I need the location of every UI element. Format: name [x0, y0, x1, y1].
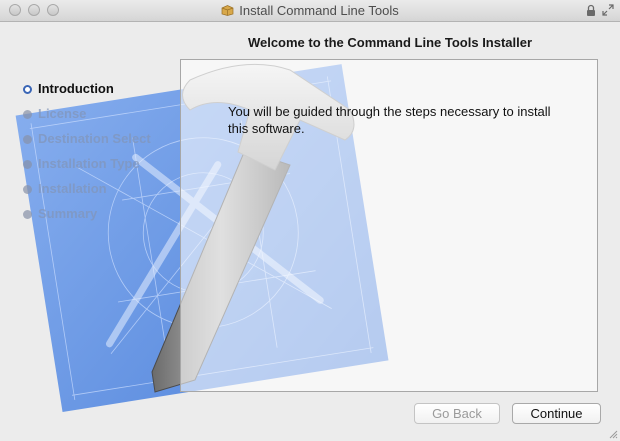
resize-grip-icon[interactable]: [608, 429, 618, 439]
step-bullet-icon: [23, 135, 32, 144]
window-title: Install Command Line Tools: [239, 3, 399, 18]
step-label: License: [38, 106, 87, 121]
window-title-area: Install Command Line Tools: [0, 3, 620, 18]
fullscreen-icon[interactable]: [602, 4, 614, 16]
content-panel: You will be guided through the steps nec…: [180, 59, 598, 392]
installer-steps-list: Introduction License Destination Select …: [22, 81, 151, 231]
step-installation-type: Installation Type: [22, 156, 151, 181]
step-bullet-icon: [23, 185, 32, 194]
current-step-indicator-icon: [23, 85, 32, 94]
step-label: Installation Type: [38, 156, 140, 171]
installer-window: Install Command Line Tools Welcome to th…: [0, 0, 620, 441]
step-label: Summary: [38, 206, 98, 221]
step-label: Installation: [38, 181, 107, 196]
introduction-text: You will be guided through the steps nec…: [228, 104, 551, 136]
step-bullet-icon: [23, 160, 32, 169]
lock-icon: [587, 4, 595, 16]
step-installation: Installation: [22, 181, 151, 206]
title-bar: Install Command Line Tools: [0, 0, 620, 22]
go-back-button[interactable]: Go Back: [414, 403, 500, 424]
step-label: Destination Select: [38, 131, 151, 146]
page-title: Welcome to the Command Line Tools Instal…: [247, 35, 533, 50]
step-bullet-icon: [23, 110, 32, 119]
step-license: License: [22, 106, 151, 131]
step-label: Introduction: [38, 81, 114, 96]
continue-button[interactable]: Continue: [512, 403, 601, 424]
step-introduction: Introduction: [22, 81, 151, 106]
step-bullet-icon: [23, 210, 32, 219]
step-summary: Summary: [22, 206, 151, 231]
package-icon: [221, 5, 234, 16]
step-destination-select: Destination Select: [22, 131, 151, 156]
